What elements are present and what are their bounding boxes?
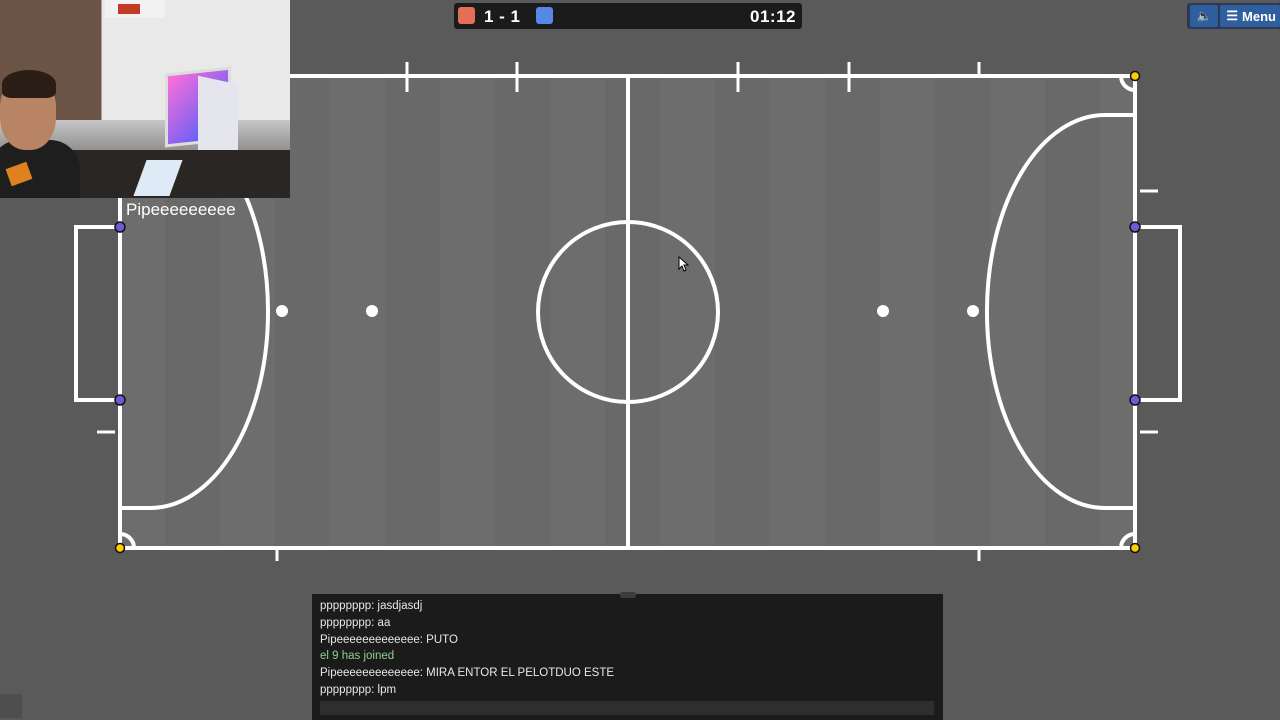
red-team-indicator	[458, 7, 475, 24]
penalty-spot	[877, 305, 889, 317]
corner-widget	[0, 694, 22, 718]
goal-post	[1129, 221, 1141, 233]
right-goal	[1135, 225, 1182, 402]
mouse-cursor-icon	[678, 256, 690, 272]
chat-log: pppppppp: jasdjasdj pppppppp: aa Pipeeeeee…	[320, 598, 935, 699]
webcam-person-hair	[2, 70, 56, 98]
menu-label: Menu	[1242, 8, 1276, 24]
player-nickname: Pipeeeeeeeeeeee	[126, 200, 236, 219]
goal-post	[114, 221, 126, 233]
score-display: 1 - 1	[484, 7, 521, 26]
chat-message: pppppppp: jasdjasdj	[320, 600, 423, 612]
corner-marker	[1129, 70, 1141, 82]
chat-message: pppppppp: aa	[320, 616, 391, 629]
corner-marker	[114, 542, 126, 554]
chat-message: el 9 has joined	[320, 650, 395, 663]
penalty-spot	[276, 305, 288, 317]
match-timer: 01:12	[750, 7, 796, 26]
goal-post	[1129, 394, 1141, 406]
corner-marker	[1129, 542, 1141, 554]
chat-message: pppppppp: lpm	[320, 683, 397, 696]
chat-message: Pipeeeeeeeeeeeee: PUTO	[320, 633, 458, 646]
penalty-spot	[967, 305, 979, 317]
goal-post	[114, 394, 126, 406]
sound-button[interactable]: 🔈	[1190, 5, 1219, 27]
blue-team-indicator	[536, 7, 553, 24]
chat-panel: pppppppp: jasdjasdj pppppppp: aa Pipeeeeee…	[312, 592, 943, 720]
left-goal	[74, 225, 120, 402]
chat-input[interactable]	[320, 701, 934, 715]
webcam-object	[118, 4, 140, 14]
top-controls: 🔈 ☰ Menu	[1187, 3, 1280, 29]
hamburger-icon: ☰	[1226, 8, 1239, 23]
chat-message: Pipeeeeeeeeeeeee: MIRA ENTOR EL PELOTDUO…	[320, 667, 615, 680]
webcam-overlay	[0, 0, 290, 198]
menu-button[interactable]: ☰ Menu	[1220, 5, 1280, 27]
scoreboard: 1 - 1 01:12	[454, 3, 802, 29]
penalty-spot	[366, 305, 378, 317]
speaker-icon: 🔈	[1196, 9, 1212, 23]
